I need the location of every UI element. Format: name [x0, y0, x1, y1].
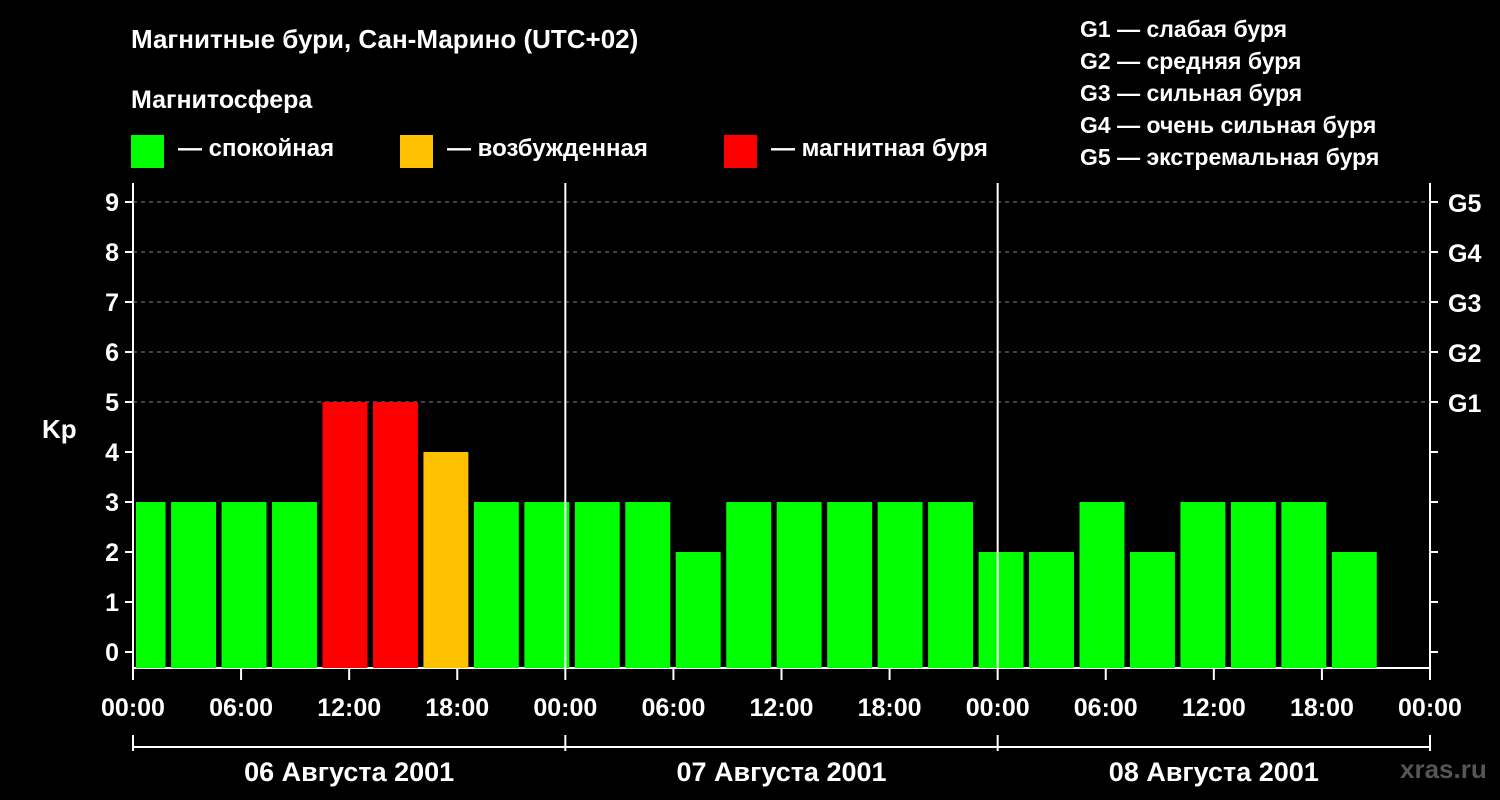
- x-tick-label: 18:00: [425, 694, 489, 722]
- y-tick-label: 0: [105, 639, 119, 667]
- y-tick-label: 1: [105, 589, 119, 617]
- kp-bar: [1230, 502, 1276, 668]
- kp-bar: [827, 502, 873, 668]
- y-tick-label: 7: [105, 289, 119, 317]
- kp-bar: [978, 552, 1024, 668]
- x-tick-label: 00:00: [1398, 694, 1462, 722]
- y-tick-label: 4: [105, 439, 119, 467]
- kp-bar: [1180, 502, 1226, 668]
- y-tick-label: 5: [105, 389, 119, 417]
- kp-bar: [423, 452, 469, 668]
- kp-bar: [372, 402, 418, 668]
- x-tick-label: 06:00: [641, 694, 705, 722]
- kp-bar: [675, 552, 721, 668]
- x-tick-label: 06:00: [1074, 694, 1138, 722]
- kp-chart: 0 1 2 3 4 5 6 7 8 9 G1 G2 G3 G4 G5 Kp 00:00 06:00 12:00 18:…: [42, 183, 1481, 787]
- kp-bar: [272, 502, 317, 668]
- x-tick-label: 12:00: [750, 694, 814, 722]
- g-level-tick-label: G5: [1448, 190, 1481, 218]
- kp-bar: [171, 502, 217, 668]
- g-level-tick-label: G3: [1448, 290, 1481, 318]
- kp-bar: [524, 502, 570, 668]
- x-tick-label: 00:00: [533, 694, 597, 722]
- x-tick-label: 18:00: [858, 694, 922, 722]
- kp-bar: [221, 502, 267, 668]
- g-level-tick-label: G4: [1448, 240, 1481, 268]
- kp-bar: [322, 402, 368, 668]
- kp-bar: [1281, 502, 1327, 668]
- x-tick-label: 12:00: [1182, 694, 1246, 722]
- kp-bar: [928, 502, 974, 668]
- kp-bar: [877, 502, 923, 668]
- x-tick-label: 06:00: [209, 694, 273, 722]
- day-label: 07 Августа 2001: [676, 757, 886, 787]
- kp-bar: [726, 502, 772, 668]
- kp-bar: [473, 502, 519, 668]
- y-axis-label: Kp: [42, 414, 77, 444]
- y-tick-label: 2: [105, 539, 119, 567]
- kp-bar: [1079, 502, 1125, 668]
- g-level-tick-label: G1: [1448, 390, 1481, 418]
- x-tick-label: 18:00: [1290, 694, 1354, 722]
- kp-bar: [1029, 552, 1074, 668]
- kp-bar: [776, 502, 822, 668]
- kp-bar: [625, 502, 671, 668]
- y-tick-label: 9: [105, 189, 119, 217]
- day-label: 06 Августа 2001: [244, 757, 454, 787]
- kp-bar: [1129, 552, 1175, 668]
- kp-bar: [574, 502, 620, 668]
- day-label: 08 Августа 2001: [1109, 757, 1319, 787]
- watermark: xras.ru: [1400, 754, 1487, 784]
- y-tick-label: 8: [105, 239, 119, 267]
- y-tick-label: 6: [105, 339, 119, 367]
- g-level-tick-label: G2: [1448, 340, 1481, 368]
- y-tick-label: 3: [105, 489, 119, 517]
- x-tick-label: 00:00: [966, 694, 1030, 722]
- x-tick-label: 12:00: [317, 694, 381, 722]
- kp-bar: [1331, 552, 1377, 668]
- kp-bar: [136, 502, 166, 668]
- x-tick-label: 00:00: [101, 694, 165, 722]
